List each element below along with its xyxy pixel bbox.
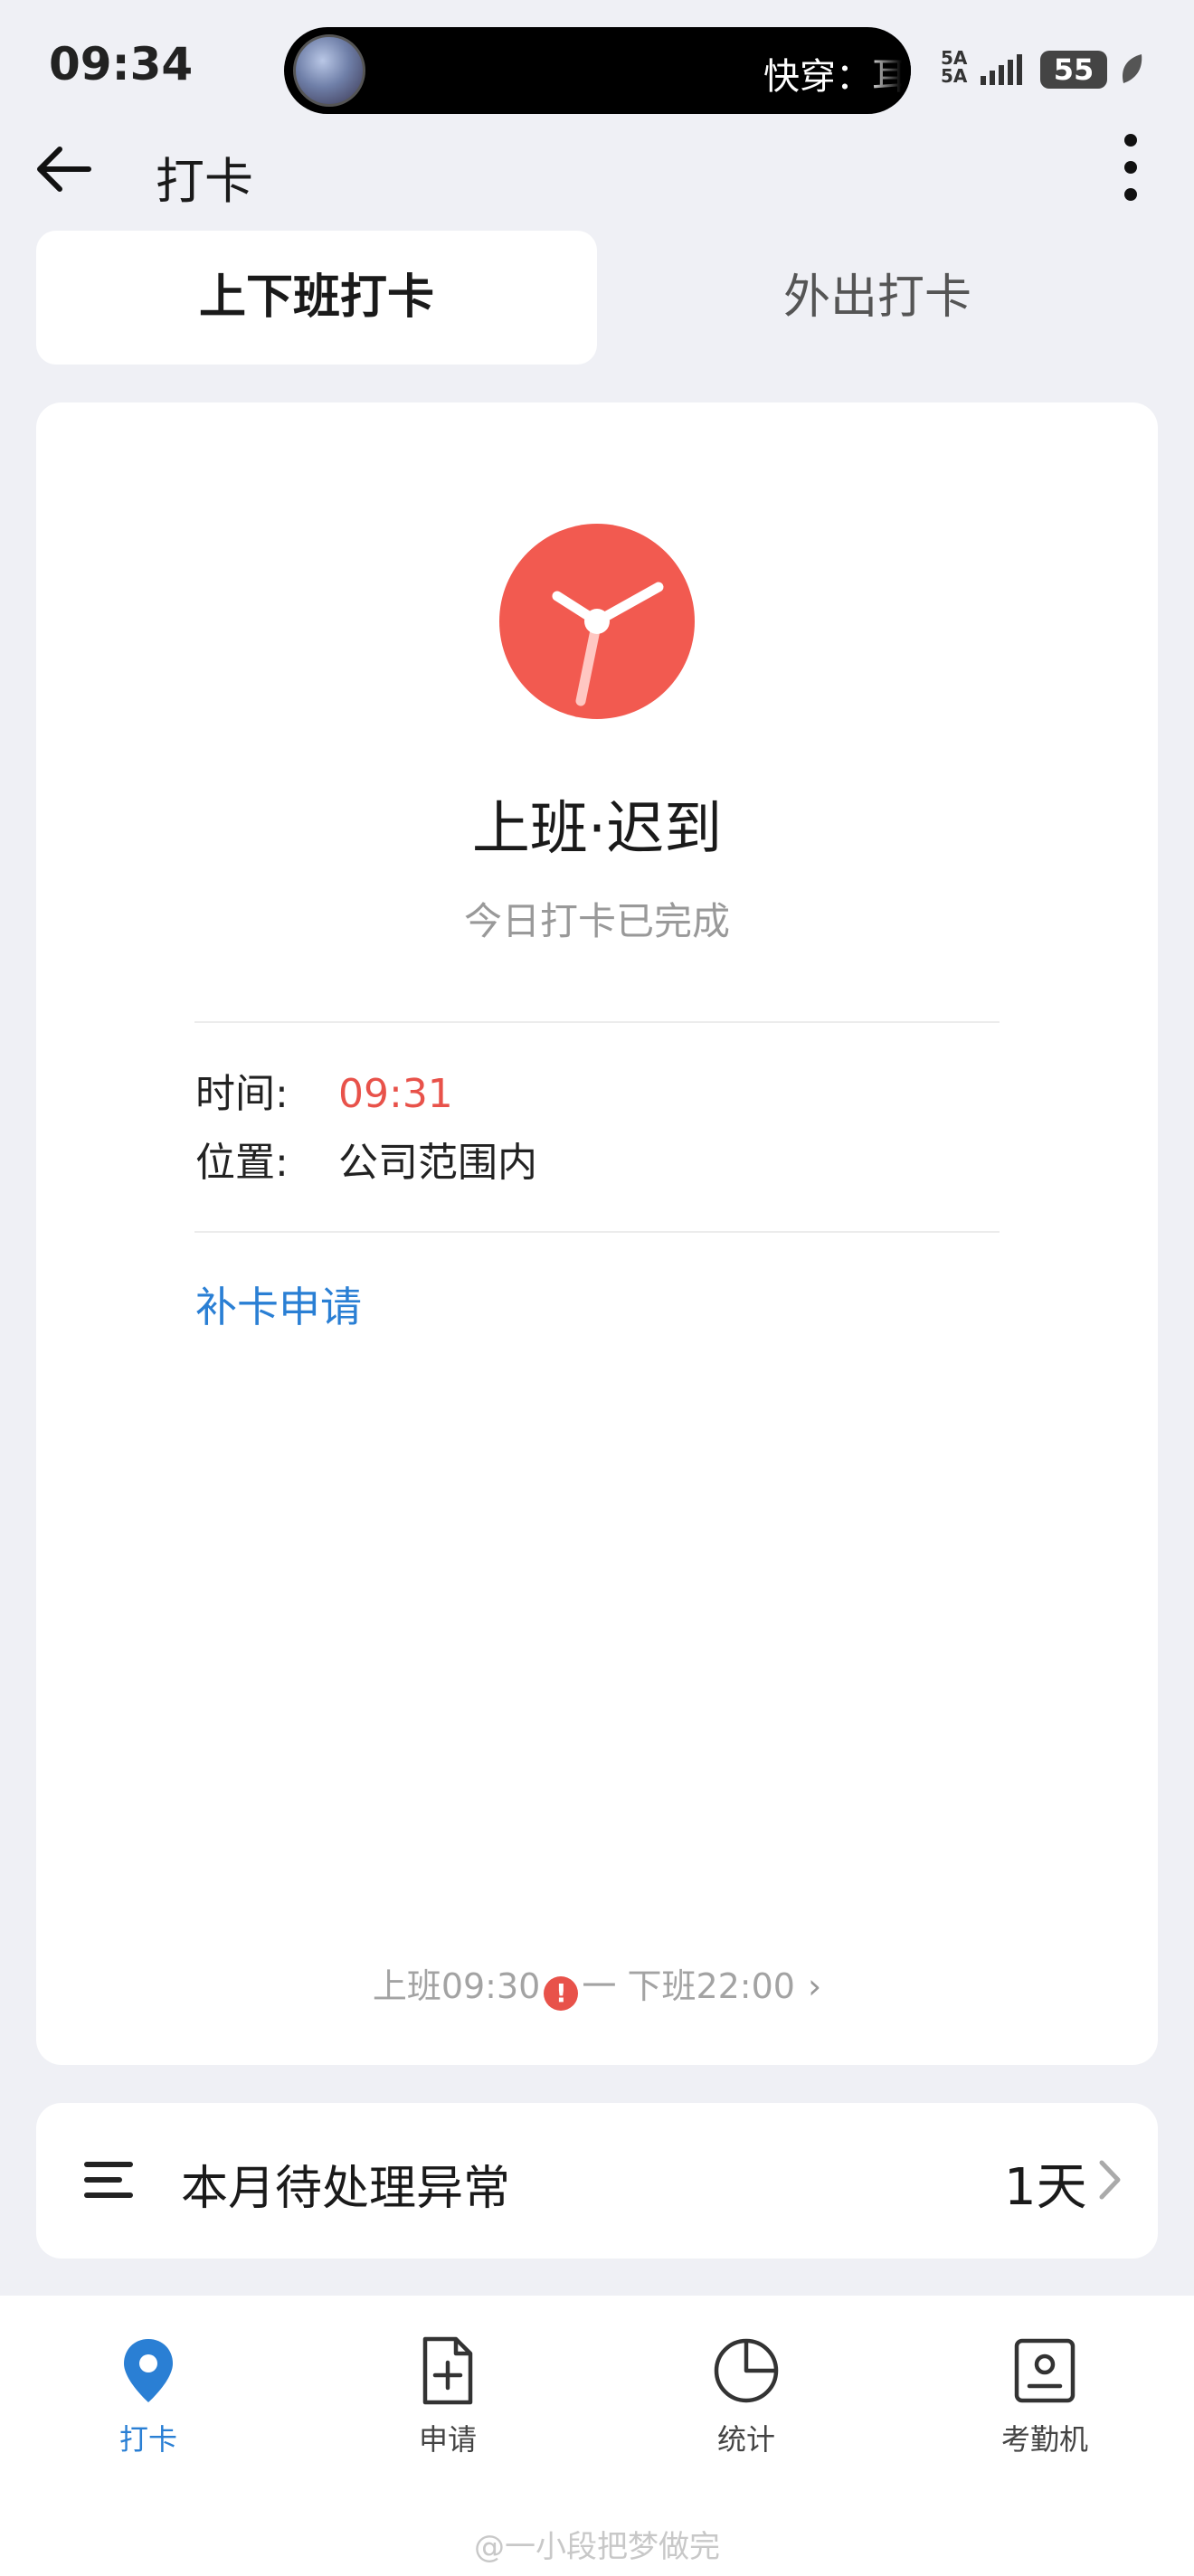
nav-label: 考勤机: [1000, 2422, 1088, 2457]
shift-end: 下班22:00: [627, 1966, 795, 2006]
punch-status-card: 上班·迟到 今日打卡已完成 时间: 09:31 位置: 公司范围内 补卡申请 上班0…: [36, 402, 1158, 2065]
punch-status-subtitle: 今日打卡已完成: [463, 899, 730, 943]
bottom-nav: 打卡 申请 统计 考勤机 @一小段把梦做完: [0, 2296, 1194, 2576]
island-avatar: [293, 34, 365, 107]
monthly-exceptions-row[interactable]: 本月待处理异常 1天: [36, 2103, 1158, 2259]
nav-attendance-machine[interactable]: 考勤机: [954, 2335, 1135, 2458]
tab-bar: 上下班打卡 外出打卡: [36, 231, 1158, 365]
nav-label: 打卡: [118, 2422, 177, 2457]
battery-icon: 55: [1040, 51, 1107, 89]
more-vertical-icon[interactable]: [1113, 127, 1149, 208]
app-bar: 打卡: [0, 118, 1194, 217]
nav-apply[interactable]: 申请: [357, 2335, 538, 2458]
exceptions-count: 1天: [1004, 2158, 1087, 2217]
punch-location-value: 公司范围内: [338, 1140, 537, 1186]
punch-location-row: 位置: 公司范围内: [195, 1130, 537, 1188]
make-up-punch-link[interactable]: 补卡申请: [195, 1274, 362, 1334]
location-pin-icon: [124, 2339, 173, 2402]
tab-commute-punch[interactable]: 上下班打卡: [36, 231, 597, 365]
network-type: 5A 5A: [941, 47, 968, 87]
nav-punch[interactable]: 打卡: [58, 2335, 239, 2458]
divider: [194, 1021, 1000, 1023]
shift-separator: 一: [582, 1966, 617, 2006]
punch-time-value: 09:31: [338, 1071, 453, 1117]
dynamic-island[interactable]: 快穿：耳: [284, 27, 911, 114]
document-add-icon: [422, 2336, 473, 2405]
clock-icon: [499, 524, 695, 719]
back-arrow-icon[interactable]: [33, 137, 96, 201]
page-title: 打卡: [156, 153, 253, 210]
list-icon: [84, 2162, 133, 2198]
punch-location-label: 位置:: [195, 1140, 289, 1186]
shift-start: 上班09:30: [372, 1966, 541, 2006]
divider: [194, 1231, 1000, 1233]
punch-status-title: 上班·迟到: [471, 796, 723, 863]
punch-time-row: 时间: 09:31: [195, 1061, 453, 1119]
shift-schedule-link[interactable]: 上班09:30! 一 下班22:00 ›: [36, 1958, 1158, 2011]
attendance-machine-icon: [1014, 2338, 1076, 2403]
nav-label: 统计: [716, 2422, 775, 2457]
chevron-right-icon: [1099, 2160, 1121, 2200]
tab-outside-punch[interactable]: 外出打卡: [597, 231, 1158, 365]
leaf-icon: [1122, 54, 1142, 83]
chevron-right-icon: ›: [807, 1966, 822, 2006]
nav-stats[interactable]: 统计: [656, 2335, 837, 2458]
punch-time-label: 时间:: [195, 1071, 289, 1117]
watermark: @一小段把梦做完: [474, 2529, 720, 2565]
warning-icon: !: [544, 1976, 579, 2011]
status-bar: 09:34 快穿：耳 5A 5A 55: [0, 0, 1194, 136]
exceptions-label: 本月待处理异常: [181, 2162, 511, 2216]
nav-label: 申请: [418, 2422, 477, 2457]
pie-chart-icon: [714, 2338, 779, 2403]
status-time: 09:34: [49, 38, 194, 90]
signal-icon: [981, 54, 1022, 85]
